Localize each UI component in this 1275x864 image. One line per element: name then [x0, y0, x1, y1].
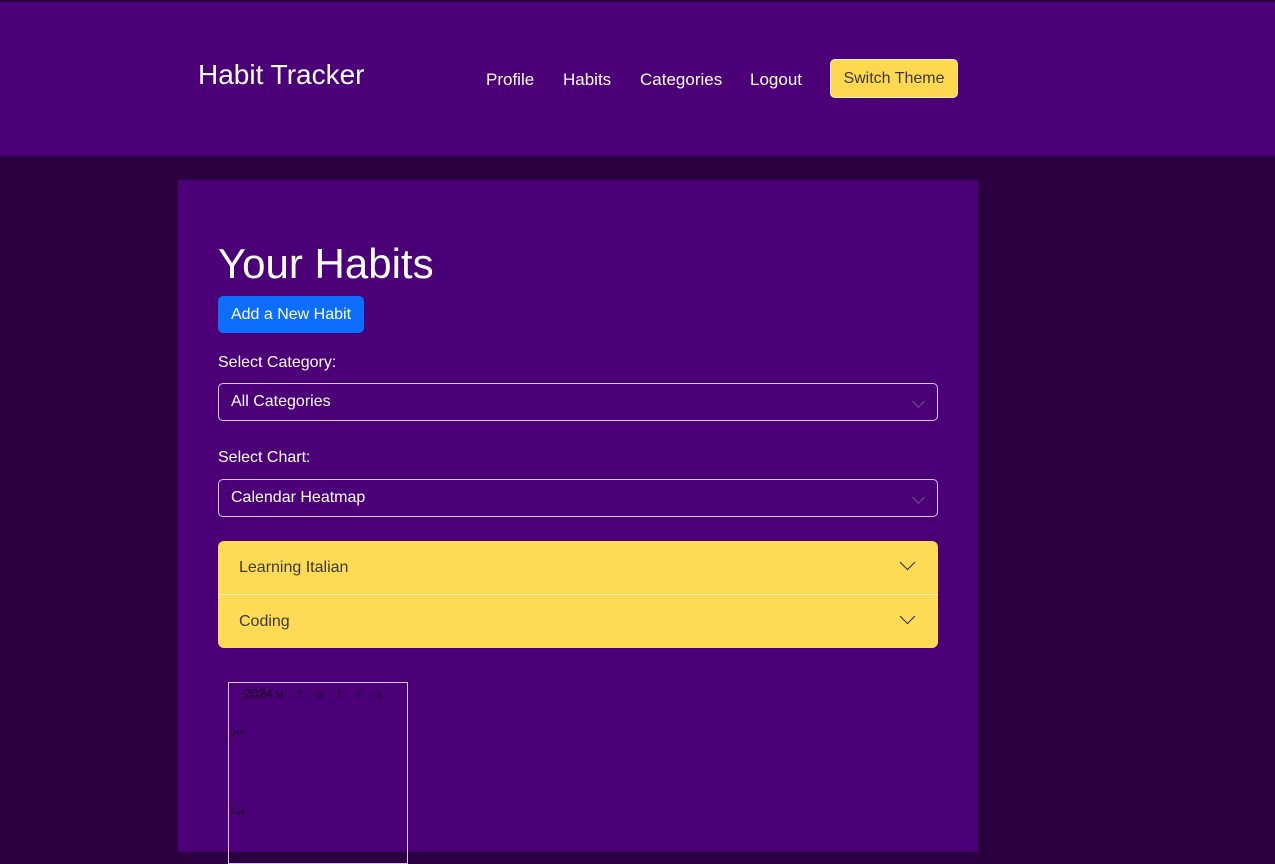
- heatmap-weekday: F: [356, 690, 362, 700]
- chart-select[interactable]: Calendar Heatmap: [218, 479, 938, 517]
- heatmap-weekday: T: [296, 690, 302, 700]
- heatmap-weekday: T: [336, 690, 342, 700]
- heatmap-month: Feb: [231, 808, 245, 817]
- nav-link-profile[interactable]: Profile: [486, 70, 534, 90]
- navbar: Habit Tracker Profile Habits Categories …: [0, 2, 1275, 156]
- chevron-down-icon: [899, 608, 916, 625]
- calendar-heatmap: 2024 S M T W T F S Jan Feb: [228, 682, 408, 864]
- chevron-down-icon: [912, 491, 925, 504]
- accordion-item-label: Learning Italian: [239, 559, 349, 576]
- brand-title[interactable]: Habit Tracker: [198, 60, 365, 90]
- heatmap-weekday: W: [316, 690, 325, 700]
- heatmap-weekday: S: [261, 690, 268, 700]
- chevron-down-icon: [899, 554, 916, 571]
- chart-label: Select Chart:: [218, 449, 311, 466]
- nav-link-categories[interactable]: Categories: [640, 70, 722, 90]
- nav-link-logout[interactable]: Logout: [750, 70, 802, 90]
- accordion-item-coding[interactable]: Coding: [218, 595, 938, 648]
- habits-accordion: Learning Italian Coding: [218, 541, 938, 648]
- heatmap-year: 2024: [244, 686, 273, 701]
- heatmap-weekday: M: [276, 690, 284, 700]
- heatmap-month: Jan: [231, 728, 244, 737]
- add-habit-button[interactable]: Add a New Habit: [218, 296, 364, 333]
- switch-theme-button[interactable]: Switch Theme: [830, 59, 958, 98]
- chart-select-value: Calendar Heatmap: [231, 489, 366, 506]
- category-select-value: All Categories: [231, 393, 331, 410]
- page-title: Your Habits: [218, 240, 434, 287]
- heatmap-weekday: S: [376, 690, 383, 700]
- chevron-down-icon: [912, 395, 925, 408]
- accordion-item-learning-italian[interactable]: Learning Italian: [218, 541, 938, 594]
- accordion-item-label: Coding: [239, 613, 290, 630]
- nav-link-habits[interactable]: Habits: [563, 70, 611, 90]
- category-select[interactable]: All Categories: [218, 383, 938, 421]
- category-label: Select Category:: [218, 354, 337, 371]
